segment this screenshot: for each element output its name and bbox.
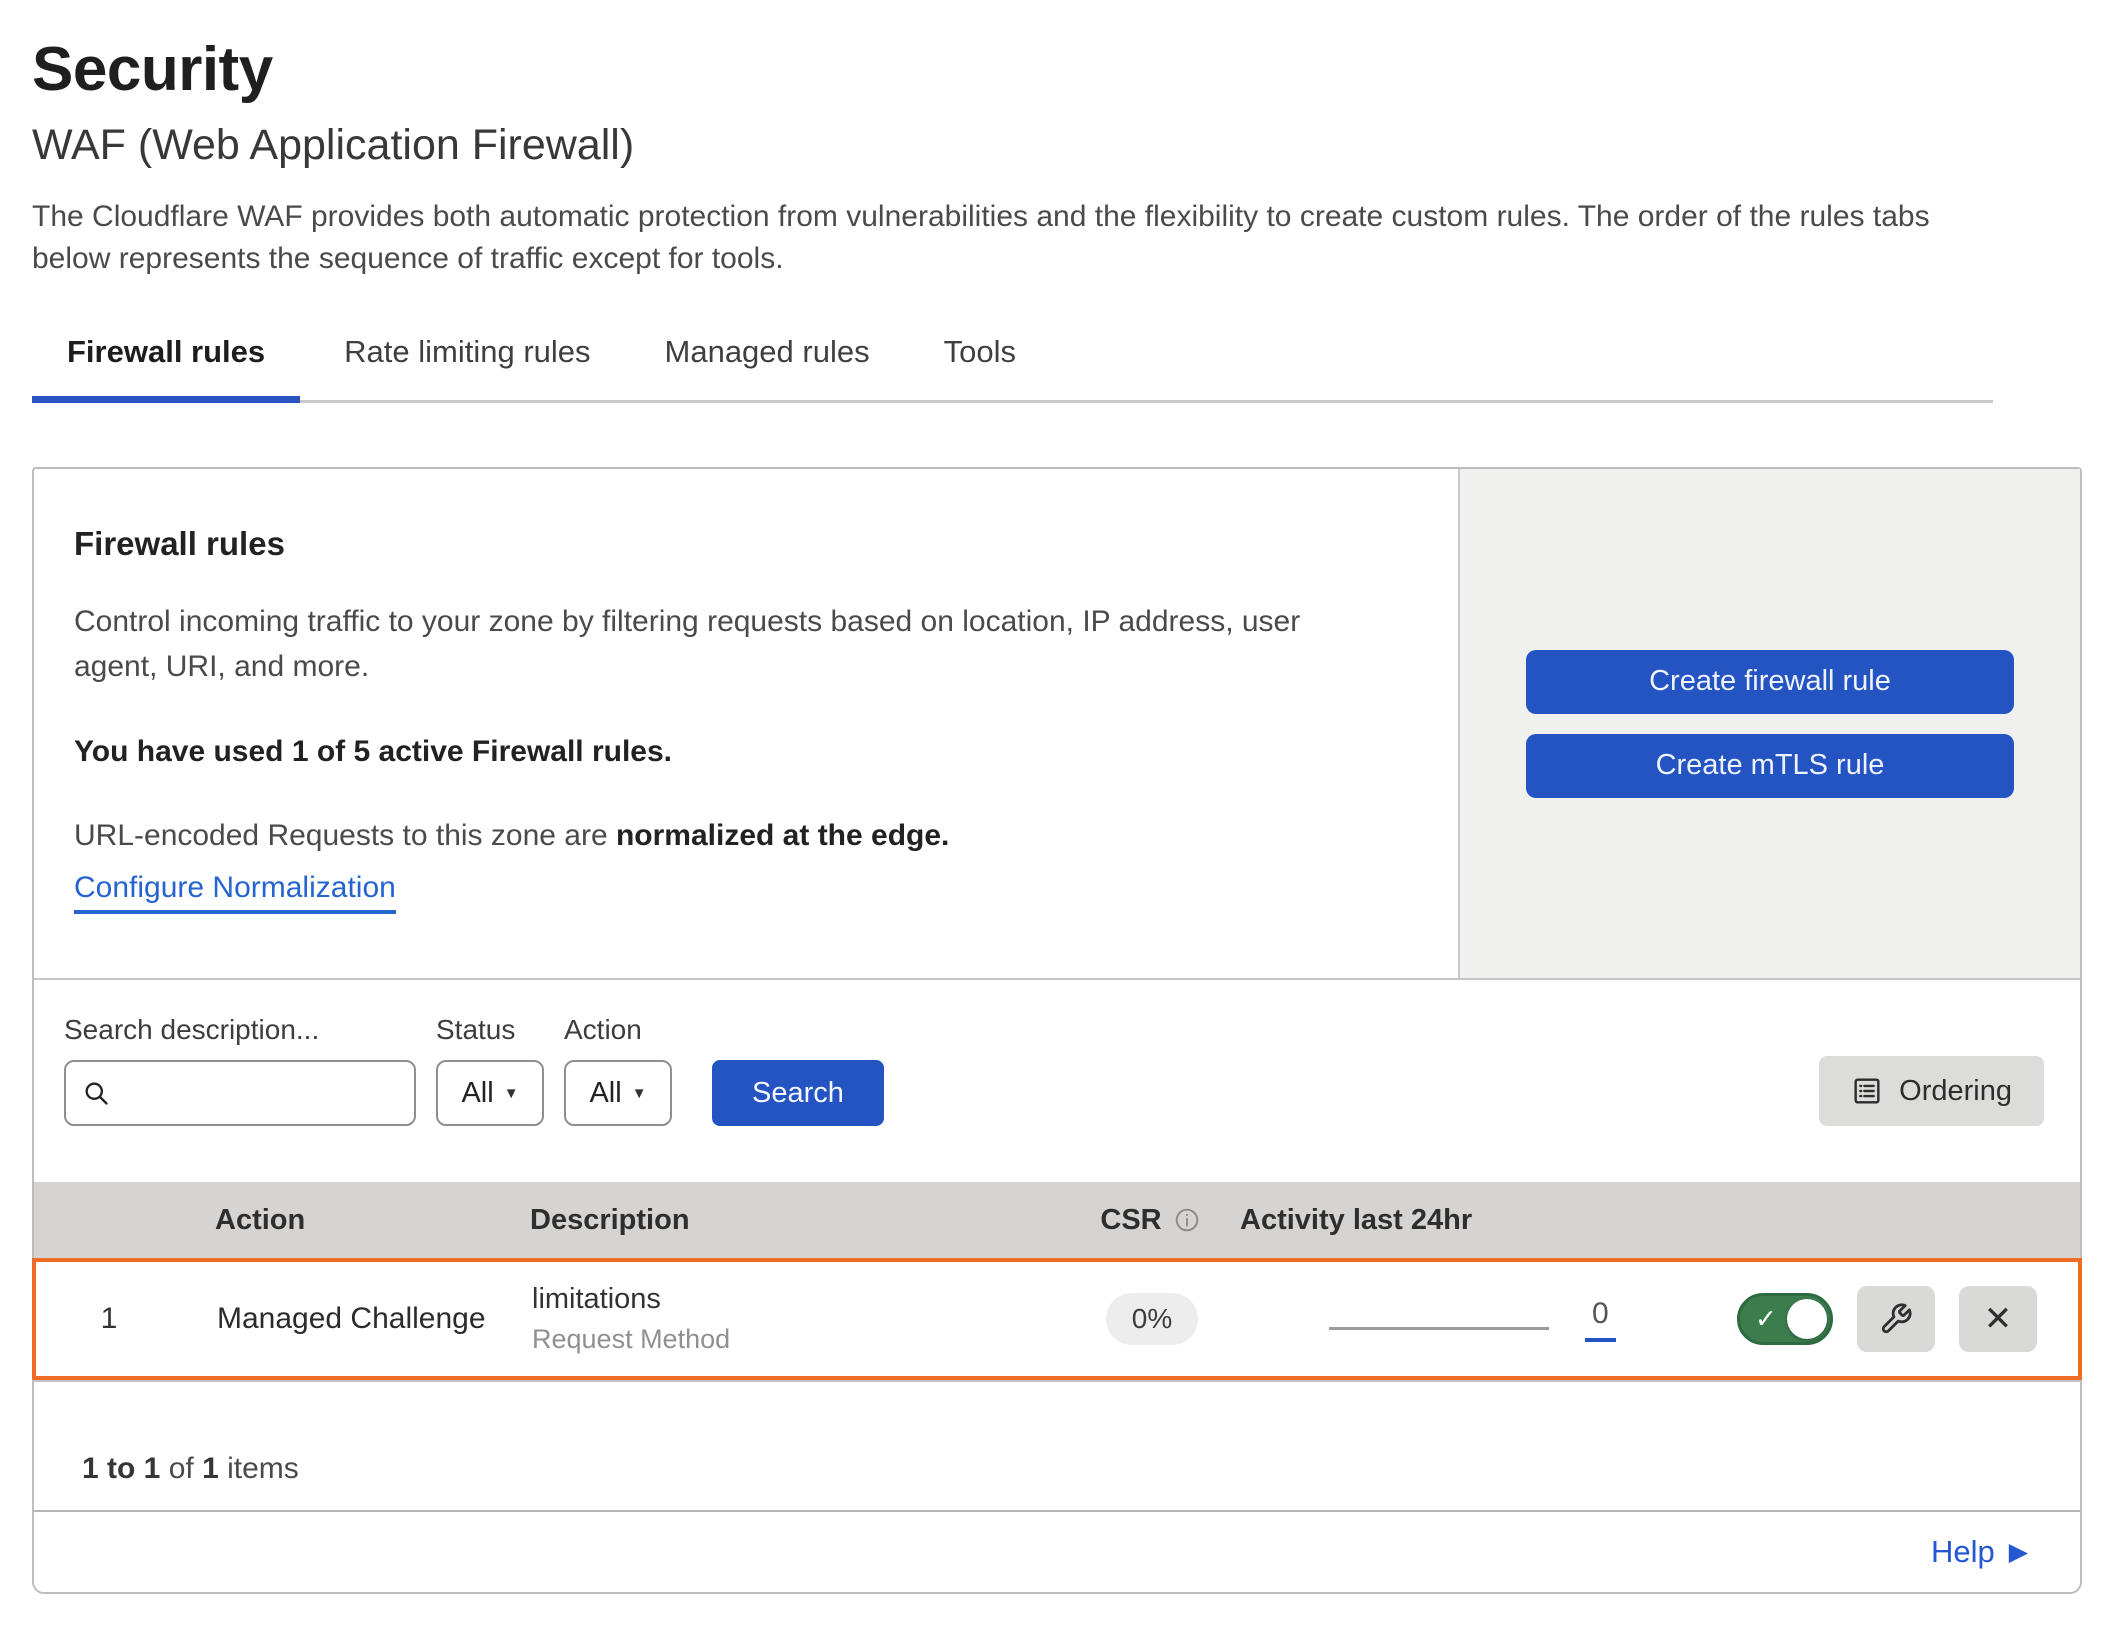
table-header: Action Description CSR Activity last 24h… — [34, 1182, 2080, 1258]
normalization-bold: normalized at the edge. — [616, 819, 949, 852]
ordering-button[interactable]: Ordering — [1819, 1056, 2044, 1126]
help-arrow-icon: ▶ — [2009, 1537, 2028, 1567]
page-subtitle: WAF (Web Application Firewall) — [32, 121, 2082, 170]
usage-line: You have used 1 of 5 active Firewall rul… — [74, 735, 1388, 769]
chevron-down-icon: ▼ — [632, 1085, 647, 1102]
tab-rate-limiting-rules[interactable]: Rate limiting rules — [314, 334, 620, 400]
rule-description[interactable]: limitations — [532, 1283, 1062, 1316]
create-rule-panel: Create firewall rule Create mTLS rule — [1458, 469, 2080, 978]
rule-priority: 1 — [101, 1302, 118, 1336]
card-description: Control incoming traffic to your zone by… — [74, 599, 1374, 689]
security-page: Security WAF (Web Application Firewall) … — [0, 34, 2114, 1594]
status-value: All — [461, 1077, 493, 1110]
close-icon: ✕ — [1984, 1302, 2013, 1336]
search-label: Search description... — [64, 1014, 416, 1046]
tab-firewall-rules[interactable]: Firewall rules — [32, 334, 300, 400]
csr-label: CSR — [1100, 1204, 1161, 1237]
pagination-items: items — [219, 1452, 299, 1485]
check-icon: ✓ — [1755, 1304, 1777, 1335]
rule-controls: ✓ ✕ — [1702, 1286, 2078, 1352]
column-header-activity: Activity last 24hr — [1240, 1204, 1700, 1237]
pagination-range: 1 to 1 — [82, 1452, 160, 1485]
action-select[interactable]: All ▼ — [564, 1060, 672, 1126]
ordering-label: Ordering — [1899, 1075, 2012, 1108]
table-row: 1 Managed Challenge limitations Request … — [32, 1258, 2082, 1380]
normalization-text: URL-encoded Requests to this zone are — [74, 819, 616, 852]
tab-bar: Firewall rules Rate limiting rules Manag… — [32, 334, 1993, 403]
firewall-rules-intro-text: Firewall rules Control incoming traffic … — [34, 469, 1458, 978]
wrench-icon — [1879, 1302, 1913, 1336]
search-group: Search description... — [64, 1014, 416, 1126]
search-box — [64, 1060, 416, 1126]
pagination-summary: 1 to 1 of 1 items — [34, 1382, 2080, 1510]
search-button[interactable]: Search — [712, 1060, 884, 1126]
rule-expression: Request Method — [532, 1324, 1062, 1355]
rule-activity-cell: 0 — [1242, 1297, 1702, 1342]
rule-description-cell: limitations Request Method — [507, 1283, 1062, 1355]
firewall-rules-intro: Firewall rules Control incoming traffic … — [34, 469, 2080, 980]
action-value: All — [589, 1077, 621, 1110]
help-row: Help ▶ — [34, 1510, 2080, 1592]
chevron-down-icon: ▼ — [504, 1085, 519, 1102]
create-firewall-rule-button[interactable]: Create firewall rule — [1526, 650, 2014, 714]
configure-normalization-link[interactable]: Configure Normalization — [74, 871, 396, 914]
page-title: Security — [32, 34, 2082, 105]
action-label: Action — [564, 1014, 672, 1046]
firewall-rules-card: Firewall rules Control incoming traffic … — [32, 467, 2082, 1594]
activity-sparkline — [1329, 1327, 1549, 1330]
column-header-csr: CSR — [1100, 1204, 1199, 1237]
create-mtls-rule-button[interactable]: Create mTLS rule — [1526, 734, 2014, 798]
status-label: Status — [436, 1014, 544, 1046]
list-ordering-icon — [1851, 1075, 1883, 1107]
pagination-total: 1 — [202, 1452, 219, 1485]
info-icon[interactable] — [1174, 1207, 1200, 1233]
status-group: Status All ▼ — [436, 1014, 544, 1126]
search-icon — [82, 1079, 110, 1107]
card-heading: Firewall rules — [74, 525, 1388, 563]
toggle-knob — [1787, 1299, 1827, 1339]
filter-row: Search description... Status All ▼ — [34, 980, 2080, 1182]
rule-enabled-toggle[interactable]: ✓ — [1737, 1293, 1833, 1345]
rule-action: Managed Challenge — [182, 1302, 507, 1336]
status-select[interactable]: All ▼ — [436, 1060, 544, 1126]
delete-rule-button[interactable]: ✕ — [1959, 1286, 2037, 1352]
normalization-line: URL-encoded Requests to this zone are no… — [74, 819, 1388, 853]
help-link[interactable]: Help ▶ — [1931, 1534, 2028, 1570]
activity-count-link[interactable]: 0 — [1585, 1297, 1616, 1342]
help-label: Help — [1931, 1534, 1995, 1570]
tab-tools[interactable]: Tools — [914, 334, 1046, 400]
tab-managed-rules[interactable]: Managed rules — [635, 334, 900, 400]
rule-csr-cell: 0% — [1106, 1293, 1198, 1345]
column-header-description: Description — [505, 1204, 1060, 1237]
edit-rule-button[interactable] — [1857, 1286, 1935, 1352]
csr-badge: 0% — [1106, 1293, 1198, 1345]
page-description: The Cloudflare WAF provides both automat… — [32, 196, 1967, 280]
column-header-action: Action — [180, 1204, 505, 1237]
action-group: Action All ▼ — [564, 1014, 672, 1126]
search-input[interactable] — [120, 1062, 481, 1124]
pagination-of: of — [160, 1452, 202, 1485]
